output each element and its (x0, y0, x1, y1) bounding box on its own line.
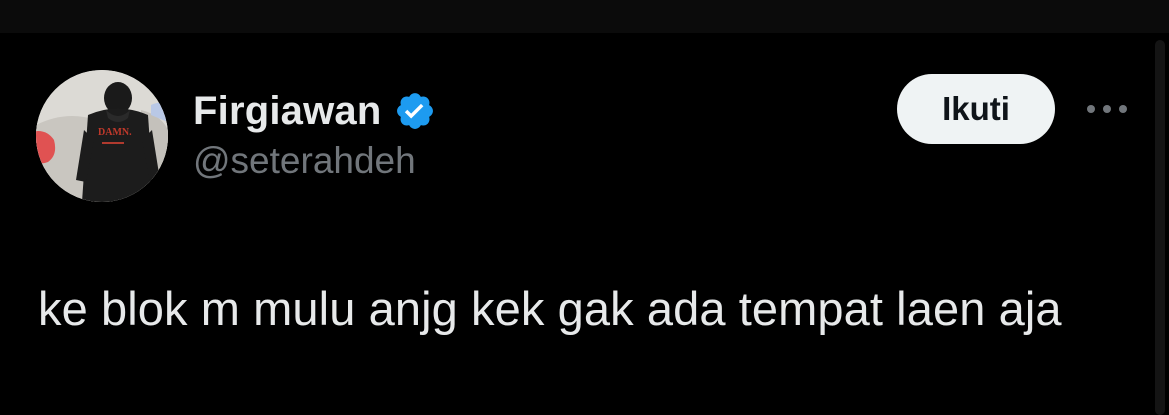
author-handle[interactable]: @seterahdeh (193, 140, 416, 182)
avatar-shirt-text: DAMN. (98, 127, 132, 138)
scrollbar[interactable] (1155, 40, 1165, 415)
top-bar (0, 0, 1169, 33)
follow-button[interactable]: Ikuti (897, 74, 1055, 144)
more-horizontal-icon[interactable] (1082, 90, 1132, 128)
author-display-name[interactable]: Firgiawan (193, 89, 382, 134)
avatar-image: DAMN. (36, 70, 168, 202)
tweet-text: ke blok m mulu anjg kek gak ada tempat l… (38, 282, 1062, 335)
verified-badge-icon (394, 90, 436, 132)
author-name-row[interactable]: Firgiawan (193, 84, 436, 138)
avatar[interactable]: DAMN. (36, 70, 168, 202)
